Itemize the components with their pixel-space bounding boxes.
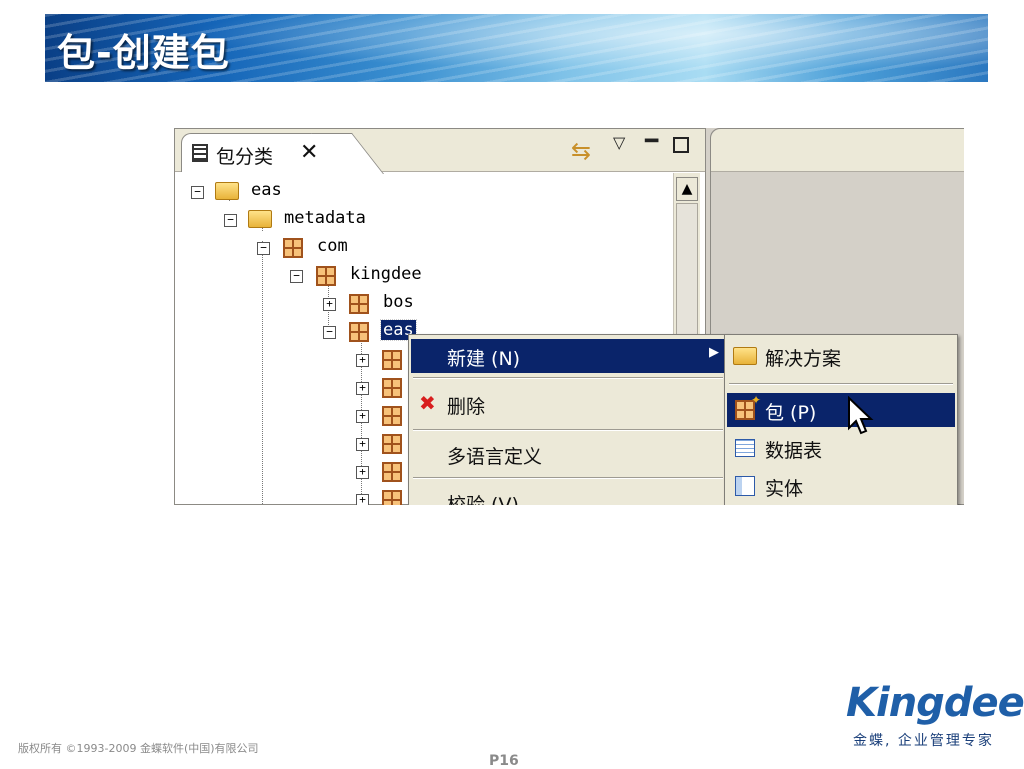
menu-item-new[interactable]: 新建 (N) ▶	[411, 339, 725, 373]
collapse-toggle[interactable]: −	[290, 270, 303, 283]
scroll-up-icon[interactable]: ▲	[676, 177, 698, 201]
view-menu-icon[interactable]: ▽	[613, 133, 625, 152]
menu-separator	[413, 477, 723, 479]
data-table-icon	[735, 439, 755, 457]
delete-icon: ✖	[419, 391, 436, 415]
context-menu: 新建 (N) ▶ ✖ 删除 多语言定义 校验 (V)	[408, 334, 728, 505]
package-icon	[283, 238, 303, 258]
tab-label: 包分类	[216, 146, 274, 168]
submenu-item-label: 实体	[765, 478, 804, 500]
package-icon	[382, 434, 402, 454]
expand-toggle[interactable]: +	[356, 410, 369, 423]
tab-package-category[interactable]: 包分类 ✕	[181, 133, 343, 172]
solution-folder-icon	[733, 347, 757, 365]
package-icon	[349, 322, 369, 342]
package-icon	[382, 462, 402, 482]
copyright: 版权所有 ©1993-2009 金蝶软件(中国)有限公司	[18, 742, 259, 755]
package-icon	[382, 378, 402, 398]
submenu-item-package[interactable]: 包 (P)	[727, 393, 955, 427]
submenu-item-datatable[interactable]: 数据表	[727, 431, 955, 465]
menu-separator	[413, 429, 723, 431]
kingdee-logo: Kingdee	[846, 680, 1024, 726]
submenu-item-label: 包 (P)	[765, 402, 817, 424]
submenu-item-label: 数据表	[765, 440, 823, 462]
menu-item-label: 校验 (V)	[447, 494, 519, 505]
node-label: eas	[251, 180, 282, 200]
collapse-toggle[interactable]: −	[257, 242, 270, 255]
submenu-item-entity[interactable]: 实体	[727, 469, 955, 503]
expand-toggle[interactable]: +	[356, 466, 369, 479]
expand-toggle[interactable]: +	[356, 382, 369, 395]
menu-item-label: 新建 (N)	[447, 348, 521, 370]
package-icon	[382, 490, 402, 505]
submenu-item-solution[interactable]: 解决方案	[727, 339, 955, 373]
mouse-cursor-icon	[848, 396, 874, 435]
entity-icon	[735, 476, 755, 496]
expand-toggle[interactable]: +	[356, 494, 369, 505]
package-icon	[349, 294, 369, 314]
menu-item-label: 多语言定义	[447, 446, 543, 468]
node-label: com	[317, 236, 348, 256]
menu-item-multilang[interactable]: 多语言定义	[411, 437, 725, 471]
node-label: metadata	[284, 208, 366, 228]
slide-title: 包-创建包	[57, 31, 230, 75]
node-label: kingdee	[350, 264, 422, 284]
submenu-arrow-icon: ▶	[709, 345, 719, 360]
expand-toggle[interactable]: +	[356, 438, 369, 451]
package-view-icon	[192, 144, 208, 162]
expand-toggle[interactable]: +	[356, 354, 369, 367]
title-banner: 包-创建包	[45, 14, 988, 82]
folder-icon	[215, 182, 239, 200]
tagline: 金蝶, 企业管理专家	[853, 733, 994, 749]
collapse-toggle[interactable]: −	[191, 186, 204, 199]
maximize-icon[interactable]	[673, 137, 689, 153]
package-icon	[382, 350, 402, 370]
minimize-icon[interactable]: ━	[645, 129, 658, 154]
collapse-toggle[interactable]: −	[224, 214, 237, 227]
new-package-icon	[735, 393, 761, 420]
submenu-item-label: 解决方案	[765, 348, 842, 370]
menu-item-validate[interactable]: 校验 (V)	[411, 485, 725, 505]
folder-icon	[248, 210, 272, 228]
package-icon	[316, 266, 336, 286]
sync-icon[interactable]: ⇆	[571, 137, 591, 165]
collapse-toggle[interactable]: −	[323, 326, 336, 339]
close-icon[interactable]: ✕	[300, 140, 318, 165]
view-header: 包分类 ✕ ⇆ ▽ ━	[175, 129, 705, 172]
ide-screenshot: 包分类 ✕ ⇆ ▽ ━ − eas − metadata − com − kin…	[174, 128, 964, 505]
menu-item-label: 删除	[447, 396, 486, 418]
menu-separator	[729, 383, 953, 385]
menu-separator	[413, 377, 723, 379]
expand-toggle[interactable]: +	[323, 298, 336, 311]
page-number: P16	[489, 753, 519, 769]
node-label: bos	[383, 292, 414, 312]
new-submenu: 解决方案 包 (P) 数据表 实体	[724, 334, 958, 505]
menu-item-delete[interactable]: ✖ 删除	[411, 387, 725, 421]
package-icon	[382, 406, 402, 426]
